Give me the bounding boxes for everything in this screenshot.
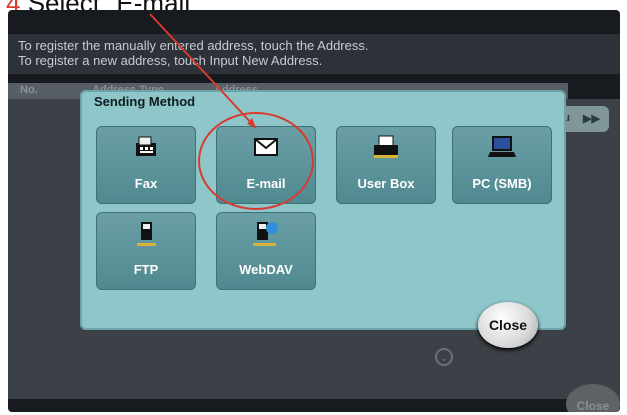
message-bar: To register the manually entered address… [8, 34, 620, 74]
chevron-down-icon[interactable]: ⌄ [435, 348, 453, 366]
webdav-label: WebDAV [239, 262, 293, 277]
fax-button[interactable]: Fax [96, 126, 196, 204]
device-screen: To register the manually entered address… [8, 10, 620, 412]
close-button[interactable]: Close [478, 302, 538, 348]
user-box-button[interactable]: User Box [336, 126, 436, 204]
computer-icon [452, 134, 552, 163]
pc-smb-label: PC (SMB) [472, 176, 532, 191]
fax-label: Fax [134, 176, 158, 191]
user-box-icon [336, 134, 436, 163]
webdav-button[interactable]: WebDAV [216, 212, 316, 290]
ftp-label: FTP [133, 262, 159, 277]
ftp-button[interactable]: FTP [96, 212, 196, 290]
user-box-label: User Box [357, 176, 415, 191]
fax-icon [96, 134, 196, 163]
message-line-1: To register the manually entered address… [18, 38, 369, 53]
ftp-icon [96, 220, 196, 251]
message-line-2: To register a new address, touch Input N… [18, 53, 323, 68]
pc-smb-button[interactable]: PC (SMB) [452, 126, 552, 204]
email-highlight-circle [198, 112, 314, 210]
double-arrow-icon: ▶▶ [583, 113, 600, 125]
webdav-icon [216, 220, 316, 251]
sending-method-dialog: Sending Method Fax E-mail User Box PC (S… [80, 90, 566, 330]
column-no: No. [20, 84, 38, 96]
dialog-title: Sending Method [94, 94, 196, 109]
